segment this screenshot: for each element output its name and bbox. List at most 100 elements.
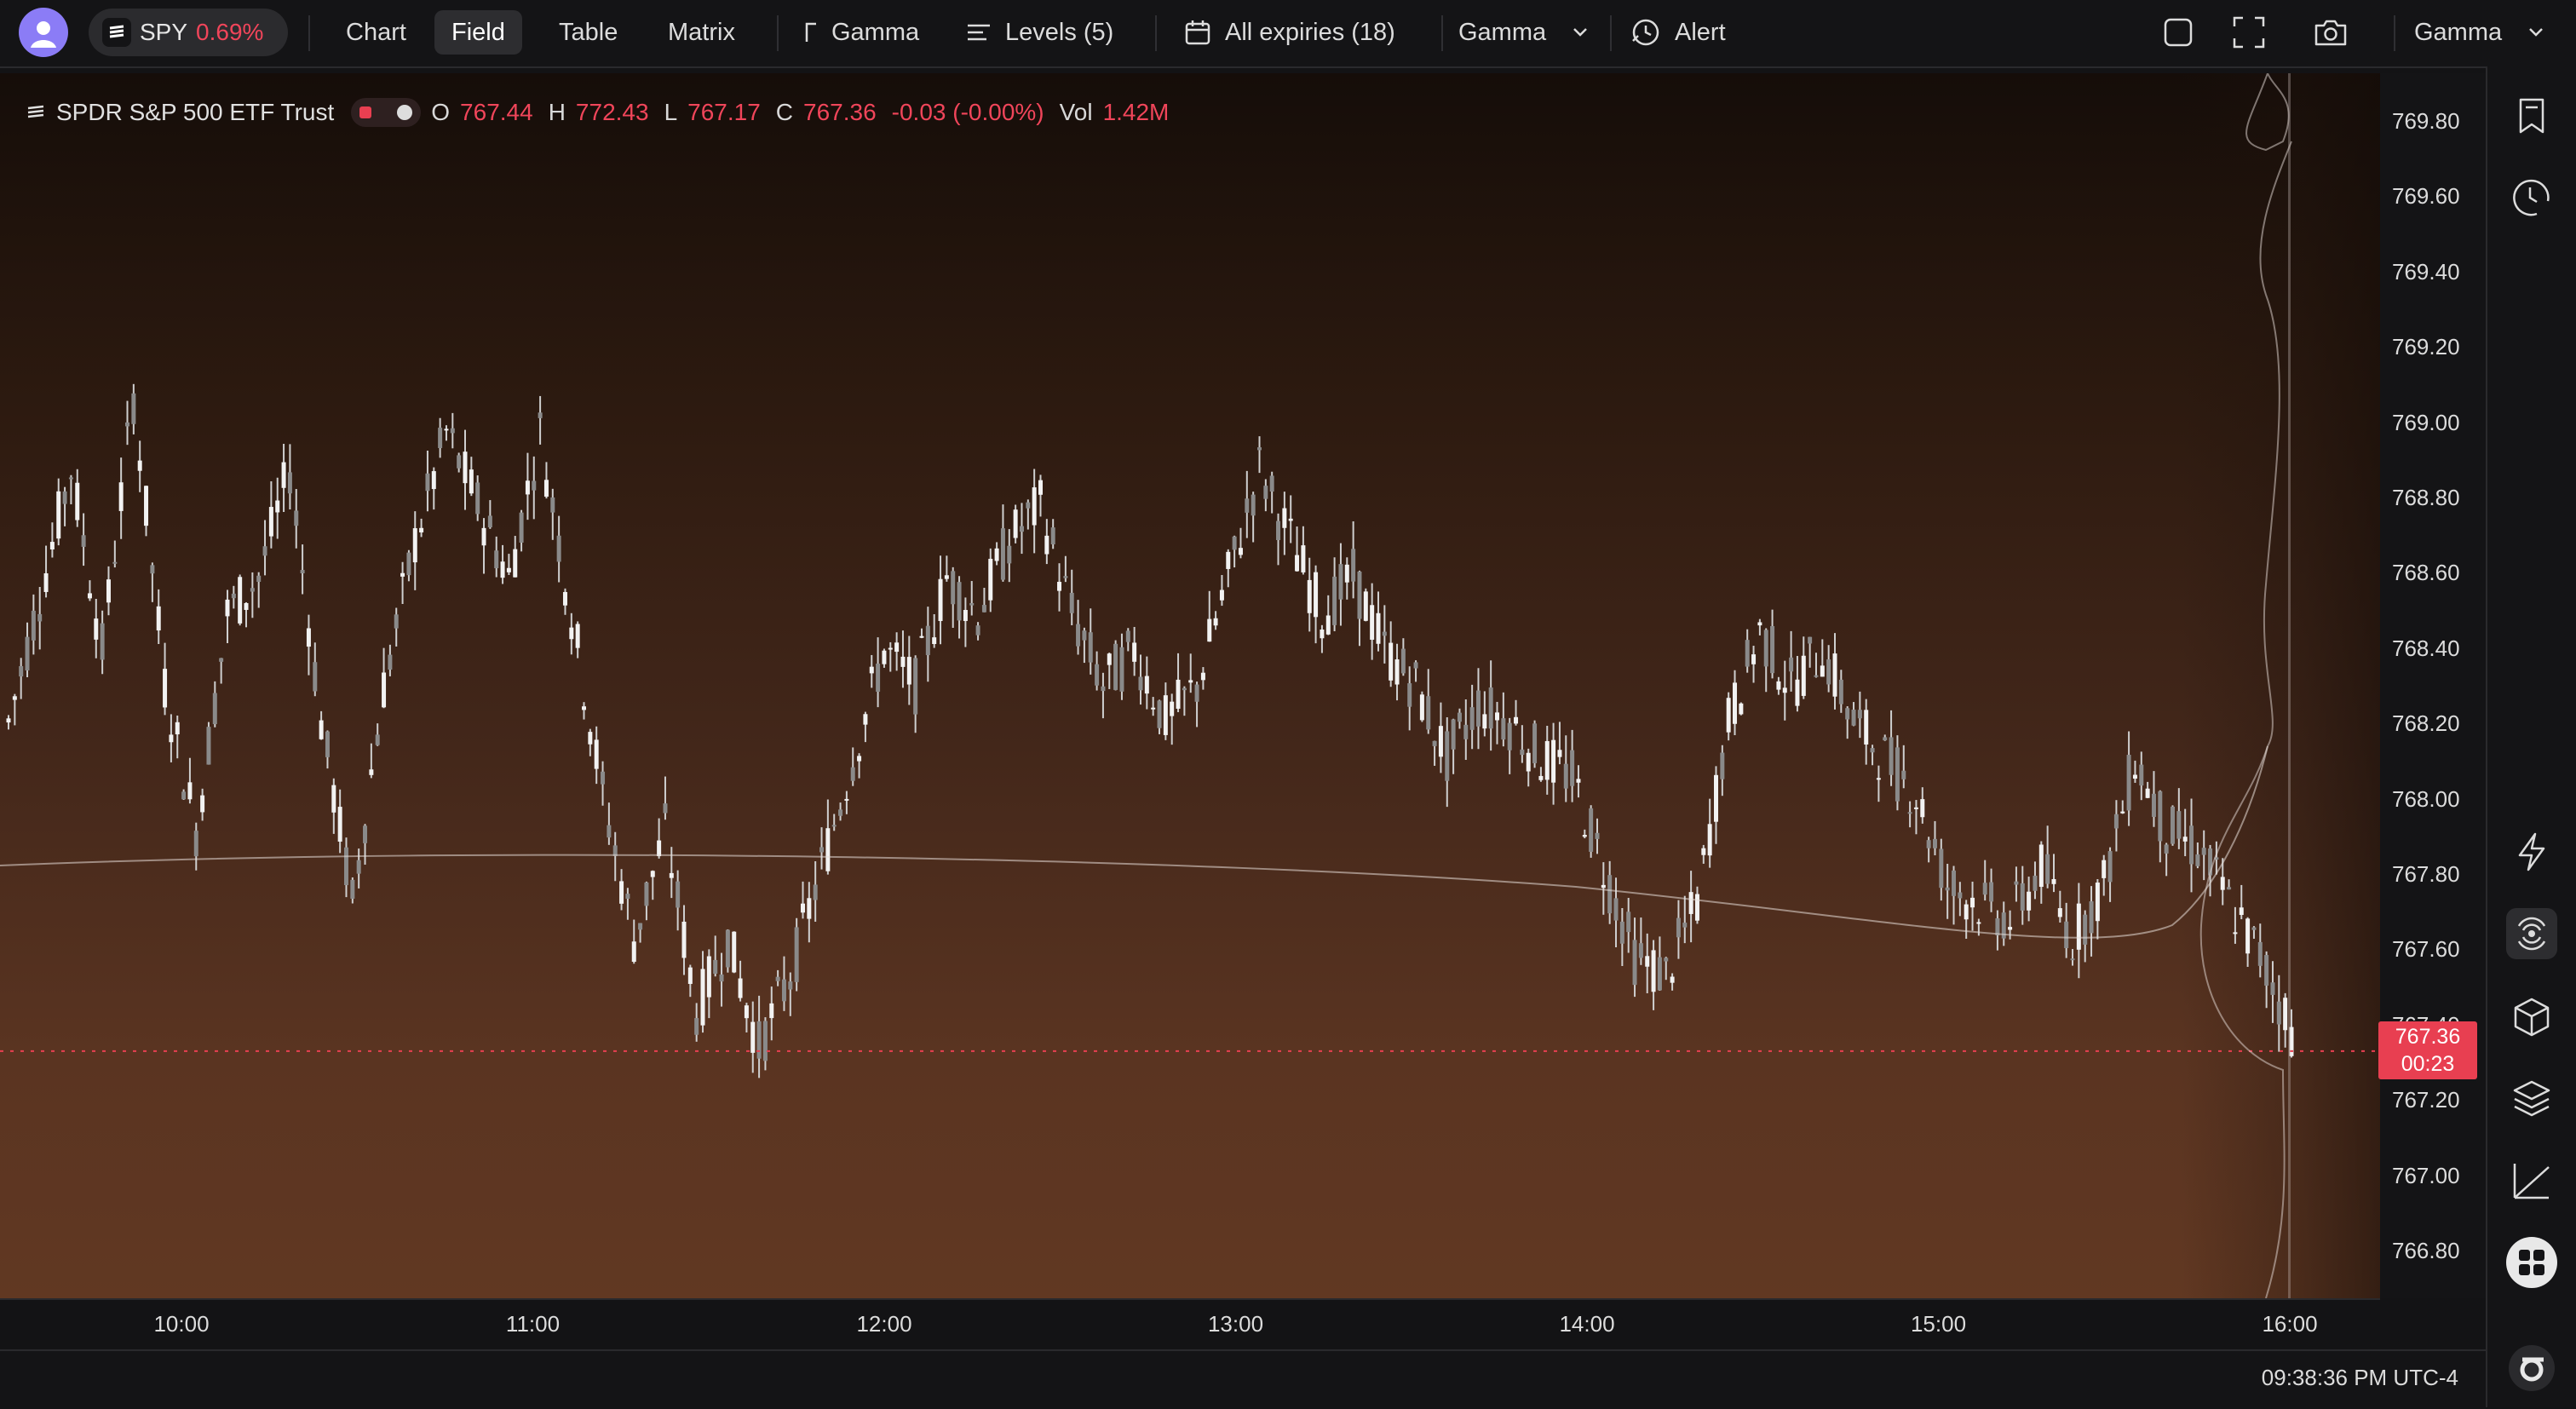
candle-body (1939, 848, 1944, 889)
candle-body (125, 422, 130, 427)
tab-matrix[interactable]: Matrix (651, 10, 752, 55)
candle-body (425, 473, 430, 492)
ticker-selector[interactable]: SPY 0.69% (89, 9, 288, 56)
candle-body (1782, 687, 1787, 693)
candle-body (1645, 956, 1650, 967)
candle-body (1982, 883, 1987, 895)
window-button[interactable] (2164, 10, 2193, 55)
candle-body (506, 567, 511, 572)
candle-body (863, 714, 868, 725)
history-icon (2513, 179, 2550, 216)
logo-button[interactable] (2506, 1343, 2557, 1394)
candle-body (913, 658, 918, 715)
candle-body (1676, 917, 1681, 938)
candle-body (2270, 982, 2275, 995)
candle-body (1095, 664, 1100, 686)
profile-select[interactable]: Gamma (2414, 10, 2544, 55)
candle-body (1970, 897, 1975, 908)
fullscreen-button[interactable] (2232, 10, 2266, 55)
tab-chart[interactable]: Chart (329, 10, 423, 55)
candle-body (925, 625, 930, 656)
open-label: O (431, 99, 451, 125)
alert-button[interactable]: Alert (1630, 10, 1726, 55)
candle-body (1701, 848, 1706, 855)
candlestick-svg (0, 73, 2380, 1298)
candle-body (1495, 712, 1500, 721)
candle-body (363, 825, 368, 843)
candle-body (144, 486, 149, 526)
apps-button[interactable] (2506, 1237, 2557, 1288)
candle-body (388, 654, 393, 670)
candle-body (2189, 825, 2194, 865)
candle-body (1651, 950, 1656, 992)
candle-body (131, 393, 136, 424)
candle-body (1038, 480, 1044, 495)
tab-field[interactable]: Field (434, 10, 522, 55)
candle-body (1301, 545, 1306, 572)
candle-body (250, 588, 255, 592)
candle-body (900, 656, 906, 667)
candle-body (2145, 788, 2150, 798)
candle-body (719, 974, 724, 982)
candle-body (713, 959, 718, 975)
visibility-toggle[interactable] (351, 98, 422, 127)
candle-body (2201, 848, 2206, 855)
avatar[interactable] (19, 8, 68, 57)
candle-body (112, 561, 118, 564)
candle-body (556, 535, 561, 562)
candle-body (819, 847, 825, 853)
candle-body (1157, 700, 1162, 728)
candle-body (463, 451, 468, 484)
candle-body (2057, 908, 2062, 917)
history-button[interactable] (2506, 172, 2557, 223)
candle-body (1469, 707, 1475, 730)
candle-body (1488, 687, 1493, 729)
candle-body (625, 894, 630, 900)
layers-button[interactable] (2506, 1073, 2557, 1124)
candle-body (944, 575, 949, 579)
candle-body (575, 624, 580, 648)
candle-body (513, 549, 518, 578)
price-axis[interactable] (2380, 73, 2486, 1298)
candle-body (2014, 881, 2019, 885)
candle-body (1901, 770, 1906, 779)
time-axis[interactable] (0, 1298, 2380, 1351)
candle-body (2008, 927, 2013, 930)
expiries-button[interactable]: All expiries (18) (1184, 10, 1395, 55)
candle-body (2220, 877, 2225, 890)
screenshot-button[interactable] (2314, 10, 2348, 55)
candle-body (494, 550, 499, 569)
gamma-select[interactable]: Gamma (1458, 10, 1589, 55)
gamma-button[interactable]: Gamma (804, 10, 919, 55)
trend-line-button[interactable] (2506, 1155, 2557, 1206)
candle-body (1526, 752, 1531, 772)
candle-body (532, 480, 537, 491)
gamma-field-chart[interactable] (0, 73, 2380, 1298)
ticker-logo-icon (102, 18, 131, 47)
candle-body (2045, 854, 2050, 884)
candle-body (1113, 643, 1118, 690)
candle-body (1151, 707, 1156, 710)
candle-body (1864, 710, 1869, 745)
radar-button[interactable] (2506, 908, 2557, 959)
candle-body (700, 969, 705, 1026)
candle-body (1801, 655, 1806, 696)
candle-body (687, 967, 693, 985)
candle-body (1200, 672, 1205, 681)
lightning-button[interactable] (2506, 826, 2557, 877)
tab-table[interactable]: Table (542, 10, 635, 55)
camera-icon (2314, 18, 2348, 47)
levels-button[interactable]: Levels (5) (966, 10, 1113, 55)
candle-body (607, 825, 612, 838)
candle-body (813, 884, 818, 900)
menu-lines-icon[interactable] (26, 102, 46, 123)
divider (2394, 15, 2395, 51)
chart-legend: SPDR S&P 500 ETF Trust O 767.44 H 772.43 L… (26, 98, 1169, 127)
cube-button[interactable] (2506, 992, 2557, 1043)
candle-body (1745, 640, 1750, 667)
candle-body (1163, 695, 1168, 735)
candle-body (19, 665, 24, 677)
divider (777, 15, 779, 51)
bookmark-button[interactable] (2506, 90, 2557, 141)
candle-body (1976, 922, 1981, 924)
